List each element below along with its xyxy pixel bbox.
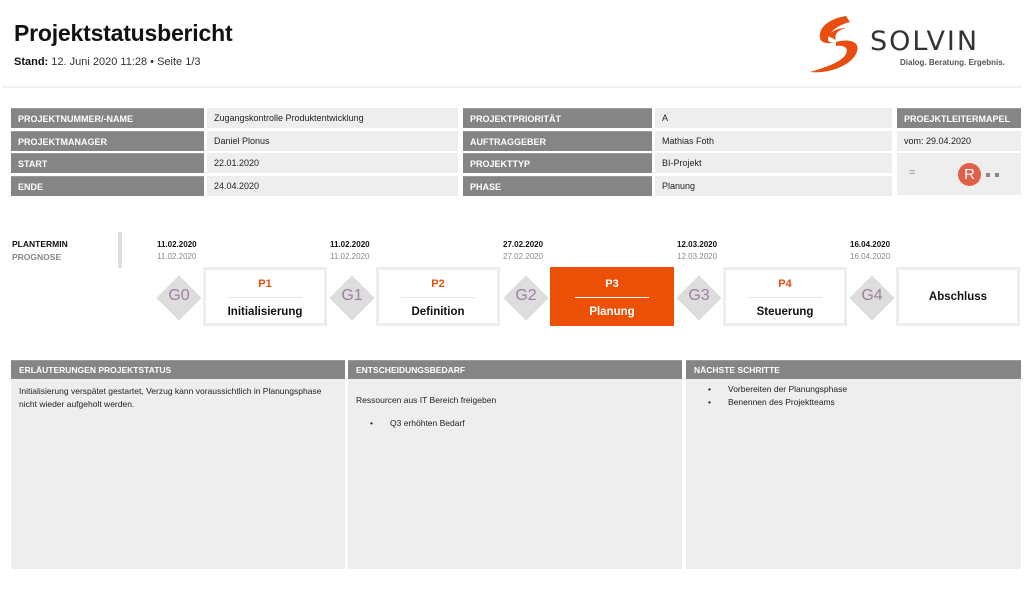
entscheidung-bullet-list: Q3 erhöhten Bedarf [356,417,674,430]
gate-g4-label: G4 [861,287,883,304]
g3-plan-date: 12.03.2020 [677,240,718,249]
label-projekttyp: PROJEKTTYP [463,153,652,173]
phase-p2: P2 Definition [376,267,500,326]
g2-plan-date: 27.02.2020 [503,240,544,249]
gate-g1-label: G1 [341,287,363,304]
list-item: Q3 erhöhten Bedarf [356,417,674,430]
list-item: Benennen des Projektteams [694,396,1013,409]
phase-p2-name: Definition [411,306,465,318]
gate-g2-label: G2 [515,287,537,304]
phase-p1-name: Initialisierung [227,306,303,318]
logo-brand: SOLVIN [870,26,980,57]
g0-plan-date: 11.02.2020 [157,240,197,249]
timeline-separator [118,232,122,268]
report-stand: Stand: 12. Juni 2020 11:28 • Seite 1/3 [14,56,201,68]
page-title: Projektstatusbericht [14,20,233,46]
phase-p1-id: P1 [258,278,272,290]
g4-plan-date: 16.04.2020 [850,240,891,249]
section-naechste-schritte: NÄCHSTE SCHRITTE Vorbereiten der Planung… [686,360,1021,569]
header-divider [2,86,1022,88]
phase-abschluss-name: Abschluss [928,291,988,303]
phase-p4-name: Steuerung [756,306,814,318]
value-projektmanager: Daniel Plonus [207,131,458,151]
phase-p3-active: P3 Planung [550,267,674,326]
solvin-swirl-icon [810,16,858,73]
g1-plan-date: 11.02.2020 [330,240,370,249]
value-ende: 24.04.2020 [207,176,458,196]
phase-divider [575,297,649,298]
label-projektnummer: PROJEKTNUMMER/-NAME [11,108,204,128]
phase-p3-name: Planung [589,306,635,318]
label-ende: ENDE [11,176,204,196]
section-entscheidungsbedarf-title: ENTSCHEIDUNGSBEDARF [348,360,682,379]
label-ampel: PROEJKTLEITERMAPEL [897,108,1021,128]
value-ampel-date: vom: 29.04.2020 [897,131,1021,151]
g0-prognose-date: 11.02.2020 [157,252,197,261]
section-naechste-schritte-title: NÄCHSTE SCHRITTE [686,360,1021,379]
phase-p3-id: P3 [605,278,619,290]
gate-g0-label: G0 [168,287,190,304]
solvin-logo: SOLVIN Dialog. Beratung. Ergebnis. [806,12,1006,76]
g2-prognose-date: 27.02.2020 [503,252,544,261]
logo-tagline: Dialog. Beratung. Ergebnis. [900,58,1005,67]
value-projektnummer: Zugangskontrolle Produktentwicklung [207,108,458,128]
prognose-label: PROGNOSE [12,252,62,262]
label-start: START [11,153,204,173]
section-erlaeuterungen-text: Initialisierung verspätet gestartet, Ver… [19,386,322,409]
value-projekttyp: BI-Projekt [655,153,892,173]
label-prioritaet: PROJEKTPRIORITÄT [463,108,652,128]
gate-g3-label: G3 [688,287,710,304]
label-phase: PHASE [463,176,652,196]
value-phase: Planung [655,176,892,196]
section-erlaeuterungen-title: ERLÄUTERUNGEN PROJEKTSTATUS [11,360,345,379]
phase-divider [228,297,302,298]
section-entscheidungsbedarf-text: Ressourcen aus IT Bereich freigeben [356,395,497,405]
phase-divider [748,297,822,298]
phase-divider [401,297,475,298]
trend-equal-icon: = [909,167,916,179]
label-projektmanager: PROJEKTMANAGER [11,131,204,151]
label-auftraggeber: AUFTRAGGEBER [463,131,652,151]
list-item: Vorbereiten der Planungsphase [694,383,1013,396]
phase-abschluss: Abschluss [896,267,1020,326]
section-erlaeuterungen: ERLÄUTERUNGEN PROJEKTSTATUS Initialisier… [11,360,345,569]
value-prioritaet: A [655,108,892,128]
status-yellow-off-icon [986,173,990,177]
phase-p2-id: P2 [431,278,445,290]
naechste-bullet-list: Vorbereiten der Planungsphase Benennen d… [694,383,1013,409]
phase-p4-id: P4 [778,278,792,290]
g4-prognose-date: 16.04.2020 [850,252,891,261]
value-auftraggeber: Mathias Foth [655,131,892,151]
phase-p4: P4 Steuerung [723,267,847,326]
value-start: 22.01.2020 [207,153,458,173]
stand-label: Stand: [14,56,49,68]
ampel-status-box: = R [897,153,1021,195]
status-green-off-icon [995,173,999,177]
plantermin-label: PLANTERMIN [12,239,68,249]
phase-p1: P1 Initialisierung [203,267,327,326]
g1-prognose-date: 11.02.2020 [330,252,370,261]
stand-value: 12. Juni 2020 11:28 • Seite 1/3 [48,56,201,68]
status-red-badge: R [958,163,981,186]
g3-prognose-date: 12.03.2020 [677,252,718,261]
section-entscheidungsbedarf: ENTSCHEIDUNGSBEDARF Ressourcen aus IT Be… [348,360,682,569]
